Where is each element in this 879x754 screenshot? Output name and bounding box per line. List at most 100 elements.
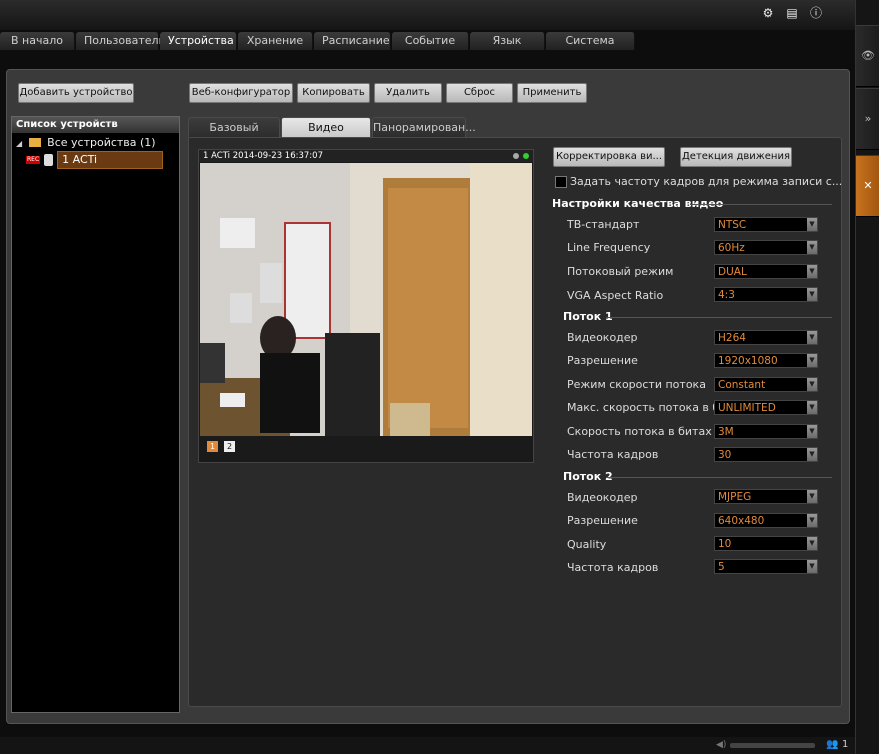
subtab-panorama[interactable]: Панорамирован... — [372, 117, 476, 138]
dropdown-arrow-icon[interactable]: ▼ — [807, 241, 817, 254]
dropdown-arrow-icon[interactable]: ▼ — [807, 331, 817, 344]
s1-codec-select[interactable]: H264 ▼ — [714, 330, 818, 345]
video-correction-button[interactable]: Корректировка ви... — [553, 147, 665, 167]
info-icon[interactable]: ⓘ — [809, 6, 823, 20]
video-preview: 1 ACTi 2014-09-23 16:37:07 1 2 — [198, 149, 534, 463]
settings-gear-icon[interactable]: ⚙ — [761, 6, 775, 20]
tree-device-row[interactable]: REC 1 ACTi — [26, 151, 164, 169]
tab-language[interactable]: Язык — [470, 32, 545, 50]
s1-framerate-label: Частота кадров — [567, 448, 659, 461]
eye-icon[interactable]: 👁 — [856, 25, 879, 87]
s1-codec-label: Видеокодер — [567, 331, 638, 344]
line-frequency-label: Line Frequency — [567, 241, 651, 254]
right-side-strip: 👁 » ✕ — [855, 0, 879, 754]
motion-detection-button[interactable]: Детекция движения — [680, 147, 792, 167]
dropdown-arrow-icon[interactable]: ▼ — [807, 218, 817, 231]
dropdown-arrow-icon[interactable]: ▼ — [807, 401, 817, 414]
s1-codec-value: H264 — [718, 332, 746, 344]
tab-storage[interactable]: Хранение — [238, 32, 313, 50]
s1-bitrate-mode-label: Режим скорости потока — [567, 378, 706, 391]
dropdown-arrow-icon[interactable]: ▼ — [807, 378, 817, 391]
s1-bitrate-select[interactable]: 3M ▼ — [714, 424, 818, 439]
tree-root-label: Все устройства (1) — [47, 136, 156, 149]
s1-max-bitrate-label: Макс. скорость потока в би... — [567, 401, 737, 414]
stream-mode-value: DUAL — [718, 266, 747, 278]
users-icon: 👥 — [826, 739, 839, 750]
s2-resolution-label: Разрешение — [567, 514, 638, 527]
s1-framerate-value: 30 — [718, 449, 732, 461]
stream-selector: 1 2 — [207, 441, 235, 452]
dropdown-arrow-icon[interactable]: ▼ — [807, 265, 817, 278]
video-overlay: 1 ACTi 2014-09-23 16:37:07 — [199, 150, 533, 162]
quality-separator — [690, 204, 832, 205]
add-device-button[interactable]: Добавить устройство — [18, 83, 134, 103]
document-icon[interactable]: ▤ — [785, 6, 799, 20]
device-list-title: Список устройств — [12, 117, 179, 133]
s2-codec-select[interactable]: MJPEG ▼ — [714, 489, 818, 504]
stream-1-button[interactable]: 1 — [207, 441, 218, 452]
line-frequency-select[interactable]: 60Hz ▼ — [714, 240, 818, 255]
s1-bitrate-label: Скорость потока в битах — [567, 425, 712, 438]
s1-bitrate-mode-select[interactable]: Constant ▼ — [714, 377, 818, 392]
tab-schedule[interactable]: Расписание — [314, 32, 391, 50]
top-bar: ⚙ ▤ ⓘ — [0, 0, 855, 30]
s2-quality-select[interactable]: 10 ▼ — [714, 536, 818, 551]
s1-resolution-select[interactable]: 1920x1080 ▼ — [714, 353, 818, 368]
dropdown-arrow-icon[interactable]: ▼ — [807, 514, 817, 527]
tab-event[interactable]: Событие — [392, 32, 469, 50]
tree-device-label[interactable]: 1 ACTi — [57, 151, 164, 169]
s1-bitrate-mode-value: Constant — [718, 379, 766, 391]
live-dot-icon — [523, 153, 529, 159]
web-config-button[interactable]: Веб-конфигуратор — [189, 83, 293, 103]
folder-icon — [28, 138, 41, 147]
tab-devices[interactable]: Устройства — [160, 32, 237, 50]
copy-button[interactable]: Копировать — [297, 83, 370, 103]
status-dot-icon — [513, 153, 519, 159]
s2-codec-label: Видеокодер — [567, 491, 638, 504]
stream-mode-label: Потоковый режим — [567, 265, 674, 278]
main-tabs: В начало Пользователи Устройства Хранени… — [0, 32, 636, 50]
collapse-icon[interactable]: ◢ — [16, 139, 22, 148]
tab-home[interactable]: В начало — [0, 32, 75, 50]
aspect-ratio-value: 4:3 — [718, 289, 735, 301]
s2-framerate-value: 5 — [718, 561, 725, 573]
dropdown-arrow-icon[interactable]: ▼ — [807, 490, 817, 503]
dropdown-arrow-icon[interactable]: ▼ — [807, 288, 817, 301]
s2-resolution-select[interactable]: 640x480 ▼ — [714, 513, 818, 528]
dropdown-arrow-icon[interactable]: ▼ — [807, 425, 817, 438]
tools-icon[interactable]: ✕ — [856, 155, 879, 217]
aspect-ratio-label: VGA Aspect Ratio — [567, 289, 664, 302]
tab-users[interactable]: Пользователи — [76, 32, 166, 50]
reset-button[interactable]: Сброс — [446, 83, 513, 103]
subtab-video[interactable]: Видео — [281, 117, 371, 138]
volume-slider[interactable] — [730, 743, 815, 748]
delete-button[interactable]: Удалить — [374, 83, 442, 103]
dropdown-arrow-icon[interactable]: ▼ — [807, 448, 817, 461]
tv-standard-value: NTSC — [718, 219, 747, 231]
dropdown-arrow-icon[interactable]: ▼ — [807, 537, 817, 550]
dropdown-arrow-icon[interactable]: ▼ — [807, 560, 817, 573]
camera-icon — [44, 154, 54, 166]
s1-max-bitrate-value: UNLIMITED — [718, 402, 776, 414]
s2-quality-label: Quality — [567, 538, 607, 551]
s2-framerate-select[interactable]: 5 ▼ — [714, 559, 818, 574]
s1-max-bitrate-select[interactable]: UNLIMITED ▼ — [714, 400, 818, 415]
expand-icon[interactable]: » — [856, 88, 879, 150]
aspect-ratio-select[interactable]: 4:3 ▼ — [714, 287, 818, 302]
subtab-basic[interactable]: Базовый — [188, 117, 280, 138]
dropdown-arrow-icon[interactable]: ▼ — [807, 354, 817, 367]
top-icons: ⚙ ▤ ⓘ — [761, 6, 823, 20]
tab-system[interactable]: Система — [546, 32, 635, 50]
tree-root[interactable]: ◢ Все устройства (1) — [16, 136, 156, 149]
s2-framerate-label: Частота кадров — [567, 561, 659, 574]
tv-standard-select[interactable]: NTSC ▼ — [714, 217, 818, 232]
framerate-checkbox[interactable] — [555, 176, 567, 188]
s2-resolution-value: 640x480 — [718, 515, 765, 527]
s1-framerate-select[interactable]: 30 ▼ — [714, 447, 818, 462]
stream-mode-select[interactable]: DUAL ▼ — [714, 264, 818, 279]
s1-resolution-label: Разрешение — [567, 354, 638, 367]
apply-button[interactable]: Применить — [517, 83, 587, 103]
video-overlay-text: 1 ACTi 2014-09-23 16:37:07 — [203, 151, 323, 161]
stream-2-button[interactable]: 2 — [224, 441, 235, 452]
volume-icon[interactable]: ◀) — [716, 740, 726, 750]
